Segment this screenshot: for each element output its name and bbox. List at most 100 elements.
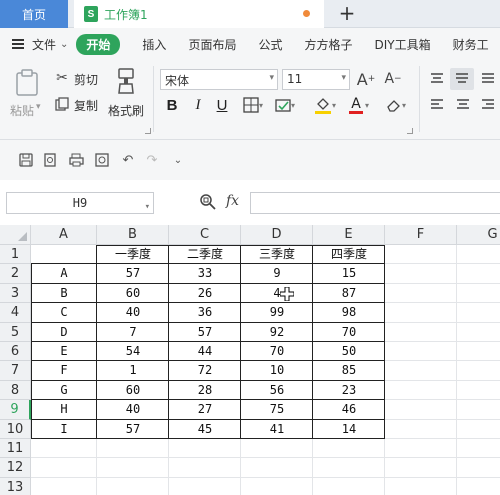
- align-top-button[interactable]: [426, 68, 448, 90]
- row-header-1[interactable]: 1: [0, 245, 31, 265]
- row-header-6[interactable]: 6: [0, 342, 31, 362]
- cell[interactable]: 15: [313, 264, 385, 283]
- column-header-f[interactable]: F: [385, 225, 457, 245]
- cell[interactable]: E: [31, 342, 97, 361]
- cell[interactable]: 60: [97, 381, 169, 400]
- clipboard-group-expand-icon[interactable]: [145, 128, 151, 134]
- menu-formulas[interactable]: 公式: [258, 36, 282, 53]
- cell[interactable]: 87: [313, 284, 385, 303]
- paste-label[interactable]: 粘贴: [10, 102, 34, 119]
- menu-start-tab[interactable]: 开始: [76, 33, 121, 55]
- fill-color-button[interactable]: ▾: [310, 94, 340, 116]
- cell[interactable]: 10: [241, 361, 313, 380]
- spreadsheet-grid[interactable]: ABCDEFG1234567891011121314一季度二季度三季度四季度A5…: [0, 225, 500, 495]
- row-header-12[interactable]: 12: [0, 458, 31, 478]
- cell[interactable]: 26: [169, 284, 241, 303]
- borders-button[interactable]: ▾: [240, 94, 266, 116]
- cell[interactable]: 一季度: [97, 245, 169, 264]
- cell[interactable]: 50: [313, 342, 385, 361]
- cell[interactable]: 70: [313, 323, 385, 342]
- cell[interactable]: 33: [169, 264, 241, 283]
- row-header-13[interactable]: 13: [0, 477, 31, 495]
- row-header-2[interactable]: 2: [0, 264, 31, 284]
- cell[interactable]: 98: [313, 303, 385, 322]
- cell[interactable]: 二季度: [169, 245, 241, 264]
- cell-style-button[interactable]: ▾: [272, 94, 298, 116]
- row-header-4[interactable]: 4: [0, 303, 31, 323]
- format-painter-label[interactable]: 格式刷: [108, 102, 144, 119]
- decrease-font-size-button[interactable]: A −: [382, 68, 404, 90]
- redo-icon[interactable]: ↷: [144, 152, 160, 168]
- align-middle-button[interactable]: [450, 68, 474, 90]
- increase-font-size-button[interactable]: A +: [355, 68, 377, 90]
- row-header-11[interactable]: 11: [0, 439, 31, 459]
- tab-workbook[interactable]: S 工作簿1: [74, 0, 324, 28]
- cell[interactable]: 14: [313, 420, 385, 439]
- menu-finance[interactable]: 财务工: [453, 36, 489, 53]
- cell[interactable]: 92: [241, 323, 313, 342]
- formula-input[interactable]: [250, 192, 500, 214]
- cell[interactable]: 28: [169, 381, 241, 400]
- cell[interactable]: 72: [169, 361, 241, 380]
- italic-button[interactable]: I: [188, 94, 208, 116]
- cell[interactable]: 7: [97, 323, 169, 342]
- cell[interactable]: 60: [97, 284, 169, 303]
- cell[interactable]: 40: [97, 303, 169, 322]
- cut-label[interactable]: 剪切: [74, 71, 98, 88]
- row-header-3[interactable]: 3: [0, 283, 31, 304]
- menu-diy-toolbox[interactable]: DIY工具箱: [374, 36, 430, 53]
- align-right-button[interactable]: [477, 94, 499, 116]
- cell[interactable]: D: [31, 323, 97, 342]
- paste-dropdown-icon[interactable]: ▾: [36, 102, 41, 112]
- cell[interactable]: I: [31, 420, 97, 439]
- cell[interactable]: 70: [241, 342, 313, 361]
- font-name-select[interactable]: 宋体 ▾: [160, 69, 278, 90]
- cell[interactable]: 57: [97, 264, 169, 283]
- cell[interactable]: 56: [241, 381, 313, 400]
- paste-button[interactable]: [10, 66, 44, 100]
- zoom-search-icon[interactable]: [199, 193, 217, 211]
- cell[interactable]: 99: [241, 303, 313, 322]
- cell[interactable]: C: [31, 303, 97, 322]
- bold-button[interactable]: B: [162, 94, 182, 116]
- align-left-button[interactable]: [426, 94, 448, 116]
- column-header-e[interactable]: E: [313, 225, 385, 245]
- row-header-9[interactable]: 9: [0, 400, 31, 420]
- cell[interactable]: 44: [169, 342, 241, 361]
- menu-insert[interactable]: 插入: [142, 36, 166, 53]
- cell[interactable]: F: [31, 361, 97, 380]
- menu-fangfang[interactable]: 方方格子: [304, 36, 352, 53]
- new-tab-button[interactable]: +: [336, 2, 358, 24]
- column-header-b[interactable]: B: [97, 225, 169, 245]
- cell[interactable]: 4: [241, 284, 313, 303]
- cell[interactable]: 27: [169, 400, 241, 419]
- cell[interactable]: 46: [313, 400, 385, 419]
- font-group-expand-icon[interactable]: [407, 128, 413, 134]
- column-header-a[interactable]: A: [31, 225, 97, 245]
- chevron-down-icon[interactable]: ⌄: [60, 39, 68, 50]
- clear-format-button[interactable]: ▾: [382, 94, 410, 116]
- cell[interactable]: 36: [169, 303, 241, 322]
- align-center-button[interactable]: [452, 94, 474, 116]
- cell[interactable]: 57: [169, 323, 241, 342]
- column-header-c[interactable]: C: [169, 225, 241, 245]
- cell[interactable]: 41: [241, 420, 313, 439]
- cell[interactable]: 三季度: [241, 245, 313, 264]
- align-bottom-button[interactable]: [477, 68, 499, 90]
- select-all-corner[interactable]: [0, 225, 31, 245]
- column-header-g[interactable]: G: [457, 225, 500, 245]
- cell[interactable]: 54: [97, 342, 169, 361]
- cell[interactable]: 85: [313, 361, 385, 380]
- row-header-7[interactable]: 7: [0, 361, 31, 381]
- save-icon[interactable]: [18, 152, 34, 168]
- customize-toolbar-icon[interactable]: ⌄: [170, 152, 186, 168]
- cell[interactable]: 75: [241, 400, 313, 419]
- menu-page-layout[interactable]: 页面布局: [188, 36, 236, 53]
- row-header-5[interactable]: 5: [0, 322, 31, 342]
- column-header-d[interactable]: D: [241, 225, 313, 245]
- tab-home[interactable]: 首页: [0, 0, 68, 28]
- underline-button[interactable]: U: [212, 94, 232, 116]
- cell[interactable]: 23: [313, 381, 385, 400]
- cell[interactable]: 57: [97, 420, 169, 439]
- cell[interactable]: A: [31, 264, 97, 283]
